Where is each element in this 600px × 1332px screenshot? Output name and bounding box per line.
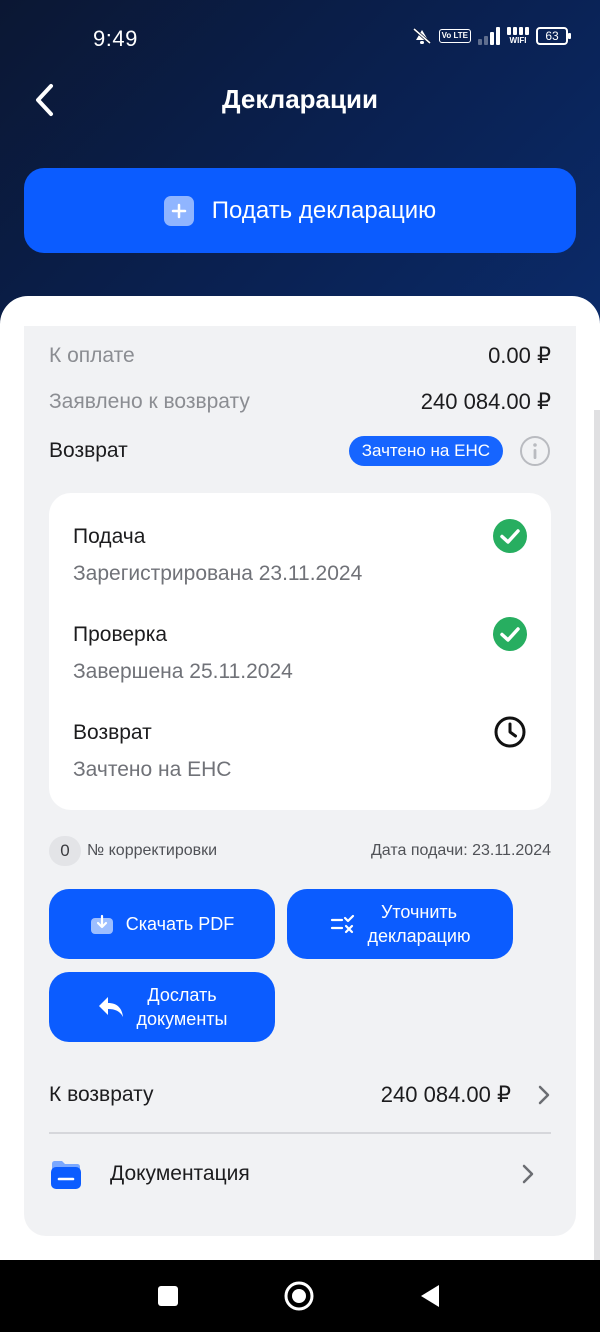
battery-icon: 63: [536, 27, 571, 45]
status-bar: 9:49 Vo LTE WIFI 63: [0, 0, 600, 58]
refund-claimed-row: Заявлено к возврату 240 084.00 ₽: [49, 389, 551, 415]
timeline-step: Возврат Зачтено на ЕНС: [73, 716, 527, 782]
download-icon: [90, 914, 113, 934]
reply-arrow-icon: [98, 997, 123, 1017]
home-button[interactable]: [283, 1280, 315, 1312]
refund-claimed-value: 240 084.00 ₽: [420, 389, 551, 414]
timeline-step: Проверка Завершена 25.11.2024: [73, 617, 527, 684]
folder-icon: [51, 1161, 81, 1189]
to-pay-label: К оплате: [49, 344, 135, 367]
refund-claimed-label: Заявлено к возврату: [49, 390, 250, 413]
plus-icon: [163, 195, 194, 226]
to-pay-row: К оплате 0.00 ₽: [49, 343, 551, 369]
timeline-step: Подача Зарегистрирована 23.11.2024: [73, 519, 527, 586]
correction-count: 0: [49, 836, 81, 866]
status-icons: Vo LTE WIFI 63: [412, 27, 571, 45]
triangle-left-icon: [421, 1285, 439, 1307]
divider: [49, 1132, 551, 1134]
system-back-button[interactable]: [414, 1280, 446, 1312]
submission-date: Дата подачи: 23.11.2024: [370, 842, 551, 859]
refund-status-row: Возврат Зачтено на ЕНС: [49, 433, 551, 469]
chevron-right-icon: [538, 1085, 550, 1105]
submit-declaration-button[interactable]: Подать декларацию: [24, 168, 576, 253]
submit-declaration-label: Подать декларацию: [211, 196, 437, 224]
refund-amount-link[interactable]: К возврату 240 084.00 ₽: [49, 1078, 551, 1112]
refund-status-group: Зачтено на ЕНС: [348, 435, 551, 467]
status-badge: Зачтено на ЕНС: [348, 436, 503, 466]
refund-amount-group: 240 084.00 ₽: [381, 1082, 551, 1108]
send-documents-label: Дослать документы: [136, 985, 228, 1029]
refund-amount-label: К возврату: [49, 1083, 154, 1106]
status-timeline: Подача Зарегистрирована 23.11.2024 Прове…: [49, 493, 551, 810]
chevron-right-icon: [522, 1164, 534, 1184]
timeline-step-subtitle: Зарегистрирована 23.11.2024: [73, 562, 363, 585]
timeline-step-subtitle: Зачтено на ЕНС: [73, 758, 232, 781]
recent-apps-button[interactable]: [152, 1280, 184, 1312]
correction-label: № корректировки: [87, 842, 218, 859]
home-circle-icon: [284, 1281, 314, 1311]
timeline-step-subtitle: Завершена 25.11.2024: [73, 660, 293, 683]
volte-badge: Vo LTE: [438, 29, 471, 43]
download-pdf-label: Скачать PDF: [125, 914, 235, 934]
status-time: 9:49: [93, 26, 138, 51]
correction-meta-row: 0 № корректировки Дата подачи: 23.11.202…: [49, 836, 551, 866]
documentation-link[interactable]: Документация: [49, 1156, 551, 1192]
clock-icon: [493, 715, 527, 754]
page-title: Декларации: [222, 84, 378, 114]
correction-group: 0 № корректировки: [49, 836, 217, 866]
check-circle-icon: [493, 519, 527, 558]
clarify-declaration-label: Уточнить декларацию: [367, 902, 471, 946]
nav-bar: Декларации: [0, 68, 600, 132]
check-circle-icon: [493, 617, 527, 656]
download-pdf-button[interactable]: Скачать PDF: [49, 889, 275, 959]
timeline-step-title: Проверка: [73, 623, 168, 646]
refund-amount-value: 240 084.00 ₽: [380, 1082, 511, 1107]
send-documents-button[interactable]: Дослать документы: [49, 972, 275, 1042]
documentation-group: Документация: [49, 1158, 250, 1190]
timeline-step-title: Подача: [73, 525, 146, 548]
square-icon: [158, 1286, 178, 1306]
to-pay-value: 0.00 ₽: [488, 343, 551, 368]
clarify-declaration-button[interactable]: Уточнить декларацию: [287, 889, 513, 959]
system-navigation-bar: [0, 1260, 600, 1332]
scrollbar[interactable]: [594, 410, 600, 1260]
list-check-icon: [330, 914, 354, 934]
info-icon[interactable]: [519, 435, 551, 467]
wifi-icon: WIFI: [507, 27, 529, 45]
documentation-label: Документация: [110, 1162, 250, 1185]
mute-icon: [412, 27, 431, 45]
timeline-step-title: Возврат: [73, 721, 152, 744]
refund-status-label: Возврат: [49, 439, 128, 462]
signal-strength-icon: [478, 27, 500, 45]
